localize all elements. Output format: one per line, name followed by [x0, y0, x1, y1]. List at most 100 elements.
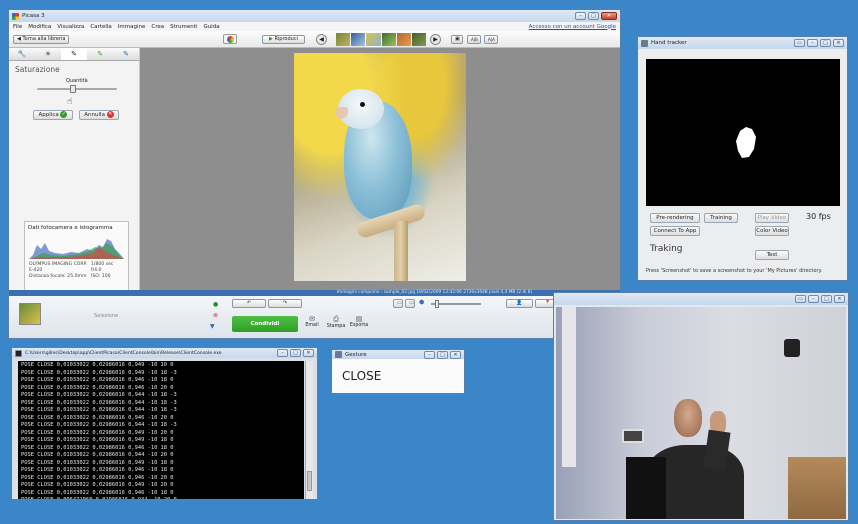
- webcam-maximize-button[interactable]: □: [821, 295, 832, 303]
- tray-tag-icon[interactable]: ▼: [210, 323, 215, 330]
- ht-minimize-button[interactable]: –: [807, 39, 818, 47]
- tab-effects[interactable]: ✎: [61, 48, 87, 60]
- ht-close-button[interactable]: ✕: [833, 39, 844, 47]
- photo-budgie[interactable]: [294, 53, 466, 281]
- connect-to-app-button[interactable]: Connect To App: [650, 226, 700, 236]
- tab-extra-effects[interactable]: ✎: [113, 48, 139, 60]
- cancel-icon: ✕: [106, 111, 114, 118]
- camera-info-title: Dati fotocamera e istogramma: [28, 225, 113, 231]
- thumb-5[interactable]: [396, 33, 411, 46]
- share-button[interactable]: Condividi: [232, 316, 298, 332]
- console-line: POSE CLOSE 0,01033022 0,02986016 0,949 -…: [21, 459, 174, 466]
- saturation-slider[interactable]: [37, 85, 117, 93]
- picasa-app-icon: [12, 12, 19, 20]
- picasa-toolbar: ◀ Torna alla libreria ▶ Riproduci ◀ ▶ ▣ …: [9, 31, 620, 48]
- rotate-right-button[interactable]: ↷: [268, 299, 302, 308]
- people-button[interactable]: 👤: [506, 299, 533, 308]
- menu-file[interactable]: File: [13, 24, 22, 30]
- scroll-thumb[interactable]: [307, 471, 312, 491]
- gesture-window: Gesture – □ ✕ CLOSE: [331, 349, 465, 394]
- ht-extra-button[interactable]: ▭: [794, 39, 805, 47]
- wall-camera-object: [784, 339, 800, 357]
- play-slideshow-button[interactable]: ▶ Riproduci: [262, 35, 305, 44]
- office-chair: [626, 457, 666, 519]
- email-action[interactable]: ✉ Email: [302, 315, 322, 328]
- play-video-button[interactable]: Play Video: [755, 213, 789, 223]
- gesture-titlebar: Gesture – □ ✕: [332, 350, 464, 359]
- console-app-icon: [15, 349, 22, 357]
- tab-basic-fixes[interactable]: 🔧: [9, 48, 35, 60]
- training-button[interactable]: Training: [704, 213, 738, 223]
- menu-guida[interactable]: Guida: [203, 24, 219, 30]
- console-line: POSE CLOSE 0,01033022 0,02986016 0,946 -…: [21, 377, 174, 383]
- account-link[interactable]: Accesso con un account Google: [529, 24, 616, 30]
- rotate-left-button[interactable]: ↶: [232, 299, 266, 308]
- menu-visualizza[interactable]: Visualizza: [57, 24, 84, 30]
- thumb-4[interactable]: [381, 33, 396, 46]
- thumb-2[interactable]: [351, 33, 366, 46]
- thumb-3[interactable]: [365, 32, 382, 47]
- color-video-button[interactable]: Color Video: [755, 226, 789, 236]
- view-compare-alt-button[interactable]: A|A: [484, 35, 498, 44]
- webcam-window: ▭ – □ ✕: [553, 292, 849, 521]
- minimize-button[interactable]: –: [575, 12, 586, 20]
- console-close-button[interactable]: ✕: [303, 349, 314, 357]
- color-wheel-icon[interactable]: [223, 34, 237, 44]
- console-maximize-button[interactable]: □: [290, 349, 301, 357]
- tab-more-effects[interactable]: ✎: [87, 48, 113, 60]
- view-compare-button[interactable]: A|B: [467, 35, 481, 44]
- console-minimize-button[interactable]: –: [277, 349, 288, 357]
- zoom-actual-button[interactable]: ▭: [405, 299, 415, 308]
- perch-stand: [394, 221, 408, 281]
- gesture-close-button[interactable]: ✕: [450, 350, 461, 359]
- menu-modifica[interactable]: Modifica: [28, 24, 51, 30]
- menu-strumenti[interactable]: Strumenti: [170, 24, 197, 30]
- thumb-1[interactable]: [336, 33, 351, 46]
- next-photo-button[interactable]: ▶: [430, 34, 441, 45]
- menu-immagine[interactable]: Immagine: [118, 24, 146, 30]
- tray-clear-icon[interactable]: ⊗: [213, 312, 218, 319]
- ht-maximize-button[interactable]: □: [820, 39, 831, 47]
- menu-cartella[interactable]: Cartella: [90, 24, 111, 30]
- console-lines: POSE CLOSE 0,01033022 0,02986016 0,949 -…: [21, 362, 301, 499]
- maximize-button[interactable]: □: [588, 12, 599, 20]
- picasa-titlebar: Picasa 3 – □ ✕: [9, 10, 620, 22]
- thumb-6[interactable]: [411, 33, 427, 46]
- traking-label: Traking: [650, 244, 683, 254]
- zoom-fit-button[interactable]: ▭: [393, 299, 403, 308]
- zoom-slider-thumb[interactable]: [435, 300, 439, 308]
- console-line: POSE CLOSE 0,01033022 0,02986016 0,946 -…: [21, 444, 174, 451]
- webcam-minimize-button[interactable]: –: [808, 295, 819, 303]
- console-line: POSE CLOSE 0,01033022 0,02986016 0,949 -…: [21, 362, 174, 368]
- gesture-minimize-button[interactable]: –: [424, 350, 435, 359]
- cancel-button[interactable]: Annulla ✕: [79, 110, 119, 120]
- slider-thumb[interactable]: [70, 85, 77, 93]
- webcam-close-button[interactable]: ✕: [834, 295, 845, 303]
- upload-button[interactable]: ↶ ↷: [232, 299, 302, 308]
- pre-rendering-button[interactable]: Pre-rendering: [650, 213, 700, 223]
- console-line: POSE CLOSE 0,01033022 0,02986016 0,944 -…: [21, 422, 177, 428]
- gesture-maximize-button[interactable]: □: [437, 350, 448, 359]
- menu-crea[interactable]: Crea: [151, 24, 164, 30]
- tray-thumbnail[interactable]: [19, 303, 41, 325]
- quantity-label: Quantità: [66, 78, 88, 84]
- print-action[interactable]: ⎙ Stampa: [325, 315, 347, 329]
- view-single-button[interactable]: ▣: [451, 35, 463, 44]
- camera-info-box: Dati fotocamera e istogramma OLYMPUS IMA…: [24, 221, 129, 291]
- apply-button[interactable]: Applica ✓: [33, 110, 73, 120]
- tab-tuning[interactable]: ☀: [35, 48, 61, 60]
- previous-photo-button[interactable]: ◀: [316, 34, 327, 45]
- webcam-extra-button[interactable]: ▭: [795, 295, 806, 303]
- back-to-library-button[interactable]: ◀ Torna alla libreria: [13, 35, 70, 44]
- menu-bar: File Modifica Visualizza Cartella Immagi…: [9, 22, 620, 31]
- webcam-titlebar: ▭ – □ ✕: [554, 293, 848, 305]
- export-action[interactable]: ▤ Esporta: [348, 315, 370, 328]
- console-titlebar: C:\Users\gilles\Desktop\app\ClientPicasa…: [12, 348, 317, 358]
- test-button[interactable]: Test: [755, 250, 789, 260]
- console-scrollbar[interactable]: [305, 361, 313, 499]
- tray-hold-icon[interactable]: ●: [213, 301, 218, 308]
- console-window: C:\Users\gilles\Desktop\app\ClientPicasa…: [11, 347, 318, 500]
- close-button[interactable]: ✕: [601, 12, 617, 20]
- email-icon: ✉: [309, 315, 315, 323]
- print-icon: ⎙: [333, 315, 339, 323]
